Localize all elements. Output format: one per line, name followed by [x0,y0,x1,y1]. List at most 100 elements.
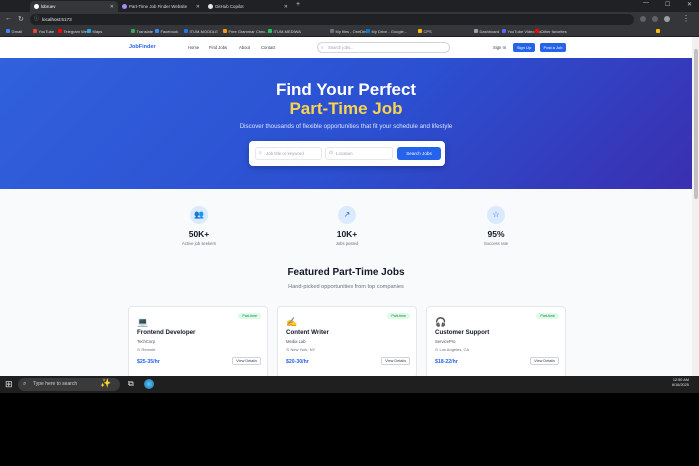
site-logo[interactable]: JobFinder [129,44,156,50]
bookmark-item[interactable]: Facebook [155,29,178,34]
bookmark-item[interactable]: Translate [131,29,153,34]
stat-value: 10K+ [336,229,358,239]
profile-avatar[interactable] [664,16,670,22]
minimize-icon[interactable]: — [643,0,649,6]
bookmark-item[interactable]: Gmail [6,29,22,34]
bookmark-item[interactable]: YouTube [33,29,54,34]
job-pay: $18-22/hr [435,359,458,365]
section-title: Featured Part-Time Jobs [287,267,405,278]
task-view-icon[interactable]: ⧉ [128,379,134,389]
address-bar[interactable]: ⓘ localhost:5173 [30,14,634,25]
nav-home[interactable]: Home [188,45,199,50]
users-icon: 👥 [190,206,208,224]
bookmark-item[interactable]: Maps [87,29,102,34]
nav-contact[interactable]: Contact [261,45,275,50]
view-details-button[interactable]: View Details [381,357,410,365]
back-icon[interactable]: ← [5,15,12,22]
pencil-icon: ✍️ [286,317,298,327]
location-placeholder: Location [336,151,353,156]
trending-icon: ↗ [338,206,356,224]
stat-item: 👥 50K+ Active job seekers [154,206,244,246]
search-jobs-button[interactable]: Search Jobs [397,147,441,160]
job-title: Content Writer [286,329,329,336]
stat-label: Active job seekers [182,241,216,246]
site-info-icon[interactable]: ⓘ [34,14,39,25]
menu-icon[interactable]: ⋮ [682,14,690,23]
location-input[interactable]: ⊙ Location [325,147,393,160]
windows-taskbar: ⊞ ⌕ Type here to search ✨ ⧉ 12:50 AM 6/1… [0,376,699,393]
scrollbar-thumb[interactable] [693,49,698,199]
tab-label: lobruev [41,4,56,9]
stat-label: Jobs posted [335,241,359,246]
downloads-icon[interactable] [652,16,658,22]
maximize-icon[interactable]: ☐ [665,1,670,8]
browser-tab-strip: lobruev ✕ Part-Time Job Finder Website ✕… [0,0,699,12]
bookmark-item[interactable]: My files - OneDrive [330,29,370,34]
tab-favicon-icon [34,4,39,9]
reload-icon[interactable]: ↻ [18,15,24,23]
bookmark-item[interactable]: CPS [418,29,432,34]
laptop-icon: 💻 [137,317,149,327]
job-card[interactable]: 💻 Part-time Frontend Developer TechCorp … [128,306,268,376]
close-icon[interactable]: ✕ [196,4,200,10]
job-type-badge: Part-time [536,313,559,319]
github-icon [208,4,213,9]
tab-favicon-icon [122,4,127,9]
nav-find-jobs[interactable]: Find Jobs [209,45,227,50]
section-subtitle: Hand-picked opportunities from top compa… [288,284,404,290]
header-search-input[interactable]: ⌕ Search jobs... [317,42,450,53]
view-details-button[interactable]: View Details [232,357,261,365]
close-window-icon[interactable]: ✕ [687,1,692,8]
sign-in-link[interactable]: Sign In [493,45,506,50]
edge-icon[interactable] [144,379,154,389]
search-icon: ⌕ [259,150,262,156]
hero-title-highlight: Part-Time Job [289,99,403,118]
nav-about[interactable]: About [239,45,250,50]
taskbar-search-placeholder: Type here to search [33,381,78,387]
job-keyword-placeholder: Job title or keyword [266,151,304,156]
header-search-placeholder: Search jobs... [328,45,354,50]
job-title: Customer Support [435,329,490,336]
star-icon: ☆ [487,206,505,224]
bookmark-item[interactable]: Dashboard [474,29,499,34]
job-type-badge: Part-time [387,313,410,319]
search-icon: ⌕ [321,45,324,50]
hero-section: Find Your Perfect Part-Time Job Discover… [0,58,692,189]
tab-label: Part-Time Job Finder Website [129,4,188,9]
bookmark-item[interactable] [656,28,662,33]
bookmark-item[interactable]: Free Grammar Chec... [223,29,269,34]
new-tab-icon[interactable]: + [296,1,300,8]
close-icon[interactable]: ✕ [110,4,114,10]
sign-up-button[interactable]: Sign Up [513,43,535,52]
job-keyword-input[interactable]: ⌕ Job title or keyword [255,147,322,160]
bookmark-item[interactable]: ITUM-MEDIWA [268,29,301,34]
stat-label: Success rate [483,241,509,246]
headphones-icon: 🎧 [435,317,447,327]
search-icon: ⌕ [23,381,27,387]
browser-tab[interactable]: Part-Time Job Finder Website ✕ [118,1,204,12]
page-scrollbar[interactable] [692,37,699,376]
system-clock[interactable]: 12:50 AM 6/16/2025 [672,378,689,388]
stat-item: ☆ 95% Success rate [451,206,541,246]
post-job-button[interactable]: Post a Job [540,43,566,52]
view-details-button[interactable]: View Details [530,357,559,365]
browser-tab-active[interactable]: lobruev ✕ [30,1,118,12]
extensions-icon[interactable] [640,16,646,22]
bookmark-item[interactable]: Other favorites [535,29,567,34]
sparkle-icon[interactable]: ✨ [100,378,111,389]
company-name: TechCorp [137,339,155,344]
page-viewport: JobFinder Home Find Jobs About Contact ⌕… [0,37,692,376]
stats-section: 👥 50K+ Active job seekers ↗ 10K+ Jobs po… [0,189,692,259]
close-icon[interactable]: ✕ [284,4,288,10]
url-text: localhost:5173 [42,17,72,22]
job-card[interactable]: ✍️ Part-time Content Writer Media Lab ⊙ … [277,306,417,376]
job-card[interactable]: 🎧 Part-time Customer Support ServicePro … [426,306,566,376]
bookmark-item[interactable]: Telegram Web [58,29,89,34]
windows-start-icon[interactable]: ⊞ [5,379,13,390]
browser-tab[interactable]: GitHub Copilot ✕ [204,1,292,12]
hero-subtitle: Discover thousands of flexible opportuni… [239,123,453,130]
location-pin-icon: ⊙ [329,150,334,156]
bookmark-item[interactable]: My Drive - Google... [366,29,407,34]
bookmark-item[interactable]: ITUM-MOODLE [184,29,218,34]
stat-value: 50K+ [188,229,210,239]
